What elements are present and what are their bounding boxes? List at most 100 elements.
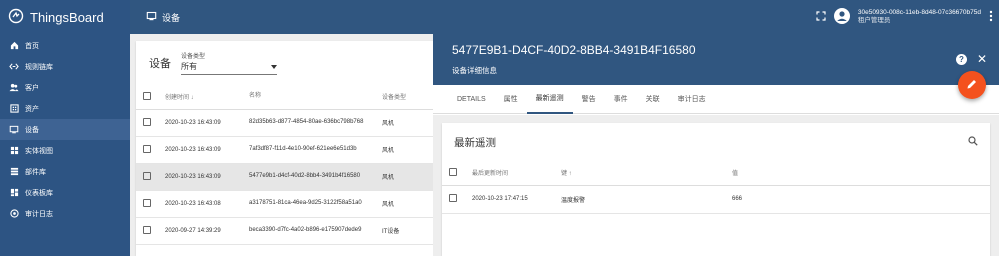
cell-name: a3178751-81ca-46ea-9d25-3122f58a51a0 xyxy=(244,190,380,218)
row-checkbox[interactable] xyxy=(143,144,151,153)
topbar-actions: 30e50930-008c-11eb-8d48-07c36670b75d 租户管… xyxy=(816,8,999,26)
sidebar-item-assets[interactable]: 资产 xyxy=(0,98,130,119)
cell-created: 2020-10-23 16:43:09 xyxy=(158,109,244,137)
sidebar-item-dashboards[interactable]: 仪表板库 xyxy=(0,182,130,203)
customers-icon xyxy=(9,83,19,93)
row-checkbox[interactable] xyxy=(143,198,151,207)
search-icon[interactable] xyxy=(968,136,978,148)
home-icon xyxy=(9,41,19,51)
sidebar-item-audit-logs[interactable]: 审计日志 xyxy=(0,203,130,224)
detail-subtitle: 设备详细信息 xyxy=(452,66,497,75)
sidebar-item-widgets[interactable]: 部件库 xyxy=(0,161,130,182)
column-header-key[interactable]: 键 ↑ xyxy=(549,161,726,186)
sidebar-item-label: 客户 xyxy=(25,84,39,92)
device-type-filter[interactable]: 设备类型 所有 xyxy=(181,51,277,75)
tab-audit-logs[interactable]: 审计日志 xyxy=(669,85,715,114)
table-row[interactable]: 2020-10-23 16:43:08 a3178751-81ca-46ea-9… xyxy=(136,190,456,218)
device-type-filter-label: 设备类型 xyxy=(181,54,206,60)
cell-value: 666 xyxy=(726,185,990,214)
row-checkbox[interactable] xyxy=(143,171,151,180)
row-checkbox-cell xyxy=(136,163,158,191)
table-header-row: 最后更新时间 键 ↑ 值 xyxy=(442,161,990,186)
tab-relations[interactable]: 关联 xyxy=(637,85,669,114)
user-info[interactable]: 30e50930-008c-11eb-8d48-07c36670b75d 租户管… xyxy=(858,9,981,25)
table-row[interactable]: 2020-10-23 16:43:09 82d35b63-d877-4854-8… xyxy=(136,109,456,137)
user-role: 租户管理员 xyxy=(857,17,891,24)
app-logo[interactable]: ThingsBoard xyxy=(0,0,130,34)
avatar[interactable] xyxy=(833,8,850,26)
cell-name: 7af3df87-f11d-4e10-90ef-621ee6e51d3b xyxy=(244,136,380,164)
table-header-row: 创建时间 ↓ 名称 设备类型 xyxy=(136,85,456,110)
sidebar-nav: 首页 规则链库 客户 资产 设备 实体视图 部件库 仪表板库 审计日志 xyxy=(0,35,130,224)
row-checkbox[interactable] xyxy=(143,225,151,234)
sidebar-item-home[interactable]: 首页 xyxy=(0,35,130,56)
edit-button[interactable] xyxy=(958,71,986,99)
row-checkbox[interactable] xyxy=(143,117,151,126)
select-all-checkbox-cell xyxy=(442,161,465,186)
widgets-icon xyxy=(9,167,19,177)
thingsboard-logo-icon xyxy=(8,8,24,26)
tab-alarms[interactable]: 警告 xyxy=(573,85,605,114)
sidebar-item-customers[interactable]: 客户 xyxy=(0,77,130,98)
sidebar-item-label: 实体视图 xyxy=(25,147,53,155)
cell-created: 2020-09-27 14:39:29 xyxy=(158,217,244,245)
table-row[interactable]: 2020-10-23 17:47:15 温度报警 666 xyxy=(442,185,990,214)
device-list-title: 设备 xyxy=(149,58,171,70)
device-type-select[interactable]: 所有 xyxy=(181,60,277,75)
cell-name: 5477e9b1-d4cf-40d2-8bb4-3491b4f16580 xyxy=(244,163,380,191)
select-all-checkbox[interactable] xyxy=(143,91,151,100)
select-all-checkbox[interactable] xyxy=(449,167,457,176)
tab-attributes[interactable]: 属性 xyxy=(495,85,527,114)
device-detail-panel: 5477E9B1-D4CF-40D2-8BB4-3491B4F16580 设备详… xyxy=(433,34,999,256)
telemetry-table: 最后更新时间 键 ↑ 值 2020-10-23 17:47:15 温度报警 66… xyxy=(442,161,990,214)
row-checkbox-cell xyxy=(136,109,158,137)
tab-events[interactable]: 事件 xyxy=(605,85,637,114)
sidebar-item-rule-chains[interactable]: 规则链库 xyxy=(0,56,130,77)
row-checkbox-cell xyxy=(442,185,465,214)
cell-name: beca3390-d7fc-4a02-b896-e175907dede9 xyxy=(244,217,380,245)
telemetry-area: 最新遥测 最后更新时间 键 ↑ 值 2020-10-23 17:47:15 温度… xyxy=(433,115,999,256)
audit-log-icon xyxy=(9,209,19,219)
tab-details[interactable]: DETAILS xyxy=(448,85,495,114)
sidebar-item-label: 设备 xyxy=(25,126,39,134)
devices-icon xyxy=(9,125,19,135)
sidebar: ThingsBoard 首页 规则链库 客户 资产 设备 实体视图 部件库 仪表… xyxy=(0,0,130,256)
sidebar-item-label: 资产 xyxy=(25,105,39,113)
help-icon[interactable]: ? xyxy=(955,53,967,65)
sidebar-item-label: 审计日志 xyxy=(25,210,53,218)
top-bar: 设备 30e50930-008c-11eb-8d48-07c36670b75d … xyxy=(130,0,999,34)
column-header-value[interactable]: 值 xyxy=(726,161,990,186)
row-checkbox[interactable] xyxy=(449,194,457,202)
more-vert-icon[interactable] xyxy=(989,10,993,24)
cell-created: 2020-10-23 16:43:08 xyxy=(158,190,244,218)
column-header-created[interactable]: 创建时间 ↓ xyxy=(158,85,244,110)
detail-header: 5477E9B1-D4CF-40D2-8BB4-3491B4F16580 设备详… xyxy=(433,34,999,85)
app-logo-text: ThingsBoard xyxy=(30,9,104,25)
select-all-checkbox-cell xyxy=(136,85,158,110)
devices-icon xyxy=(146,11,157,23)
sidebar-item-entity-views[interactable]: 实体视图 xyxy=(0,140,130,161)
column-header-name[interactable]: 名称 xyxy=(244,85,380,110)
table-row[interactable]: 2020-10-23 16:43:09 7af3df87-f11d-4e10-9… xyxy=(136,136,456,164)
sidebar-item-devices[interactable]: 设备 xyxy=(0,119,130,140)
table-row[interactable]: 2020-09-27 14:39:29 beca3390-d7fc-4a02-b… xyxy=(136,217,456,245)
entity-view-icon xyxy=(9,146,19,156)
table-row-selected[interactable]: 2020-10-23 16:43:09 5477e9b1-d4cf-40d2-8… xyxy=(136,163,456,191)
cell-created: 2020-10-23 16:43:09 xyxy=(158,136,244,164)
fullscreen-icon[interactable] xyxy=(816,11,826,23)
row-checkbox-cell xyxy=(136,190,158,218)
device-table: 创建时间 ↓ 名称 设备类型 2020-10-23 16:43:09 82d35… xyxy=(136,85,456,245)
pencil-icon xyxy=(966,78,978,92)
dashboards-icon xyxy=(9,188,19,198)
cell-key: 温度报警 xyxy=(549,185,726,214)
row-checkbox-cell xyxy=(136,217,158,245)
tab-latest-telemetry[interactable]: 最新遥测 xyxy=(526,85,573,114)
column-header-updated[interactable]: 最后更新时间 xyxy=(465,161,549,186)
user-id: 30e50930-008c-11eb-8d48-07c36670b75d xyxy=(857,8,981,16)
close-icon[interactable]: ✕ xyxy=(977,53,987,65)
cell-name: 82d35b63-d877-4854-80ae-636bc798b768 xyxy=(244,109,380,137)
rule-chain-icon xyxy=(9,62,19,72)
sidebar-item-label: 首页 xyxy=(25,42,39,50)
detail-tabs: DETAILS 属性 最新遥测 警告 事件 关联 审计日志 xyxy=(433,85,999,114)
assets-icon xyxy=(9,104,19,114)
